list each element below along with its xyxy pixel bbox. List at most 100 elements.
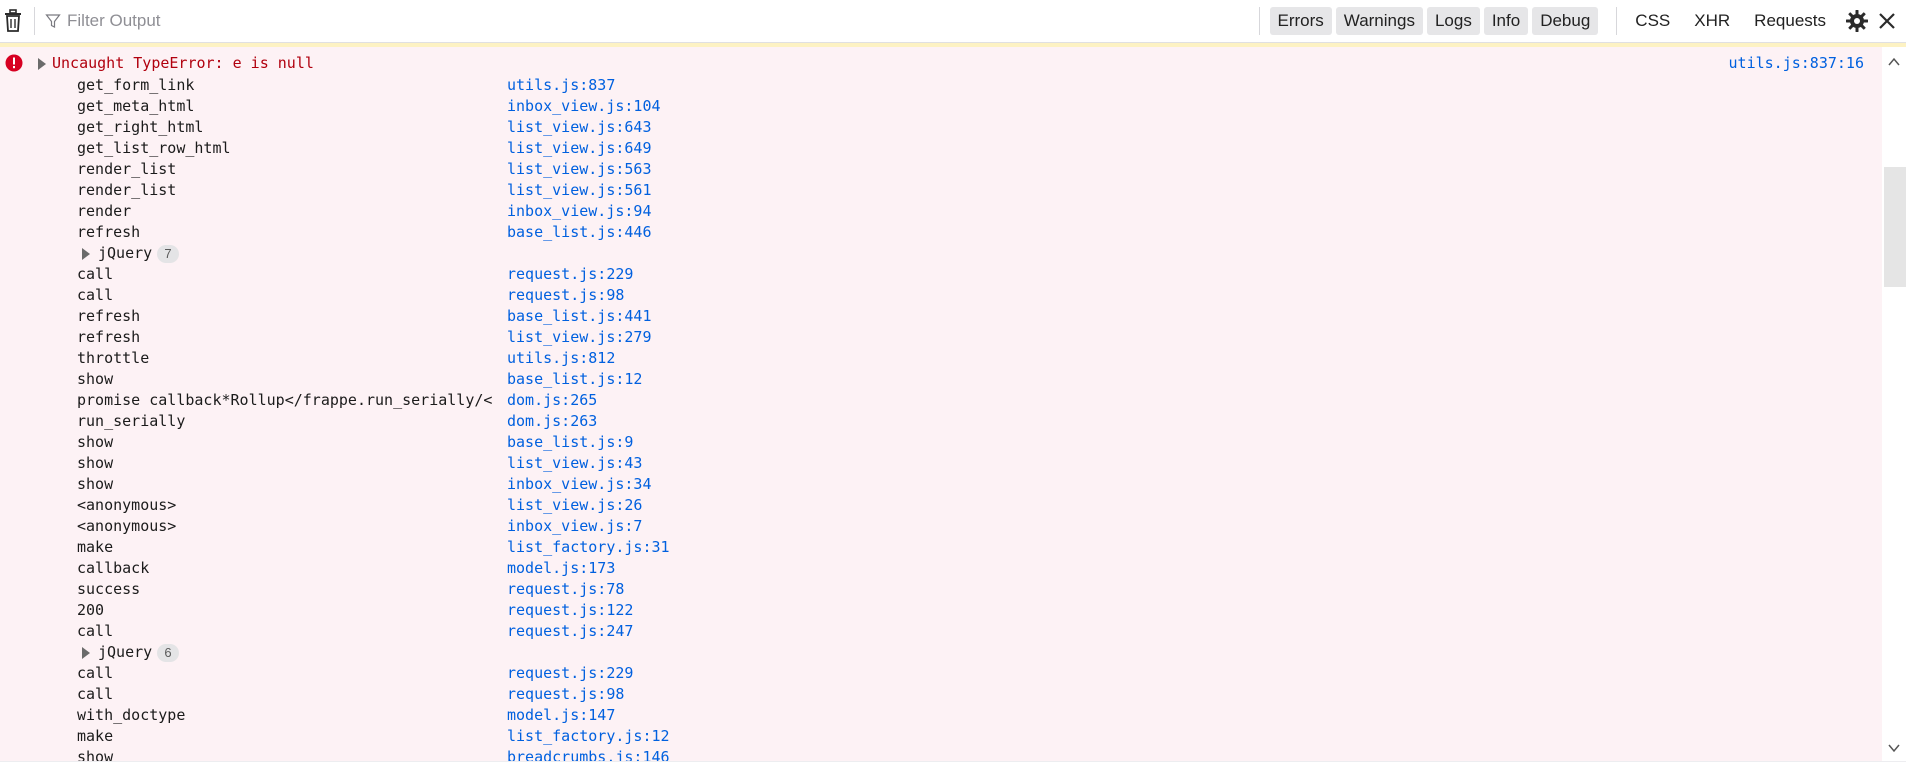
- frame-source-link[interactable]: request.js:78: [507, 579, 624, 600]
- stack-frame[interactable]: promise callback*Rollup</frappe.run_seri…: [0, 390, 1882, 411]
- frame-source-link[interactable]: request.js:247: [507, 621, 633, 642]
- stack-frame[interactable]: render inbox_view.js:94: [0, 201, 1882, 222]
- frame-group-name: jQuery: [98, 643, 153, 661]
- scroll-up-icon[interactable]: [1888, 57, 1900, 67]
- frame-source-link[interactable]: base_list.js:12: [507, 369, 642, 390]
- frame-source-link[interactable]: utils.js:812: [507, 348, 615, 369]
- error-message-row[interactable]: Uncaught TypeError: e is null utils.js:8…: [0, 53, 1882, 74]
- stack-frame[interactable]: call request.js:247: [0, 621, 1882, 642]
- clear-console-button[interactable]: [0, 6, 26, 36]
- filter-requests-button[interactable]: Requests: [1754, 11, 1826, 31]
- expand-arrow-icon[interactable]: [82, 647, 90, 659]
- stack-frame[interactable]: callback model.js:173: [0, 558, 1882, 579]
- filter-debug-button[interactable]: Debug: [1532, 7, 1599, 35]
- frame-function-name: throttle: [77, 349, 150, 367]
- frame-source-link[interactable]: inbox_view.js:94: [507, 201, 652, 222]
- filter-xhr-button[interactable]: XHR: [1694, 11, 1730, 31]
- frame-source-link[interactable]: base_list.js:446: [507, 222, 652, 243]
- stack-frame[interactable]: with_doctype model.js:147: [0, 705, 1882, 726]
- stack-frame[interactable]: make list_factory.js:31: [0, 537, 1882, 558]
- frame-function-name: get_meta_html: [77, 97, 195, 115]
- stack-frame-group[interactable]: jQuery 7: [0, 243, 1882, 264]
- stack-frame[interactable]: <anonymous> inbox_view.js:7: [0, 516, 1882, 537]
- frame-source-link[interactable]: inbox_view.js:104: [507, 96, 661, 117]
- frame-source-link[interactable]: list_view.js:561: [507, 180, 652, 201]
- frame-source-link[interactable]: model.js:147: [507, 705, 615, 726]
- frame-source-link[interactable]: dom.js:265: [507, 390, 597, 411]
- frame-source-link[interactable]: dom.js:263: [507, 411, 597, 432]
- filter-info-button[interactable]: Info: [1483, 7, 1529, 35]
- stack-frame[interactable]: get_right_html list_view.js:643: [0, 117, 1882, 138]
- frame-source-link[interactable]: list_view.js:279: [507, 327, 652, 348]
- frame-source-link[interactable]: request.js:229: [507, 663, 633, 684]
- frame-function-name: get_right_html: [77, 118, 204, 136]
- filter-css-button[interactable]: CSS: [1635, 11, 1670, 31]
- stack-frame[interactable]: refresh list_view.js:279: [0, 327, 1882, 348]
- console-settings-button[interactable]: [1842, 6, 1872, 36]
- stack-frame[interactable]: refresh base_list.js:446: [0, 222, 1882, 243]
- stack-frame[interactable]: show base_list.js:12: [0, 369, 1882, 390]
- expand-arrow-icon[interactable]: [38, 58, 46, 70]
- filter-logs-button[interactable]: Logs: [1426, 7, 1480, 35]
- stack-frame[interactable]: throttle utils.js:812: [0, 348, 1882, 369]
- frame-source-link[interactable]: inbox_view.js:34: [507, 474, 652, 495]
- close-devtools-button[interactable]: [1872, 6, 1902, 36]
- frame-function-name: show: [77, 475, 114, 493]
- stack-frame[interactable]: render_list list_view.js:561: [0, 180, 1882, 201]
- frame-source-link[interactable]: inbox_view.js:7: [507, 516, 642, 537]
- scroll-down-icon[interactable]: [1888, 743, 1900, 753]
- error-icon: [5, 54, 23, 72]
- frame-source-link[interactable]: list_view.js:43: [507, 453, 642, 474]
- frame-source-link[interactable]: request.js:122: [507, 600, 633, 621]
- output-scrollbar[interactable]: [1882, 47, 1906, 761]
- stack-frame[interactable]: show list_view.js:43: [0, 453, 1882, 474]
- frame-function-name: success: [77, 580, 141, 598]
- frame-source-link[interactable]: list_view.js:649: [507, 138, 652, 159]
- toolbar-separator: [1258, 7, 1260, 35]
- stack-frame[interactable]: show inbox_view.js:34: [0, 474, 1882, 495]
- stack-frame[interactable]: call request.js:229: [0, 663, 1882, 684]
- stack-frame[interactable]: run_serially dom.js:263: [0, 411, 1882, 432]
- stack-frame[interactable]: make list_factory.js:12: [0, 726, 1882, 747]
- frame-source-link[interactable]: request.js:229: [507, 264, 633, 285]
- stack-frame[interactable]: refresh base_list.js:441: [0, 306, 1882, 327]
- frame-function-name: <anonymous>: [77, 496, 177, 514]
- filter-warnings-button[interactable]: Warnings: [1335, 7, 1423, 35]
- frame-source-link[interactable]: request.js:98: [507, 285, 624, 306]
- frame-group-name: jQuery: [98, 244, 153, 262]
- stack-frame[interactable]: 200 request.js:122: [0, 600, 1882, 621]
- stack-frame[interactable]: call request.js:98: [0, 684, 1882, 705]
- frame-source-link[interactable]: base_list.js:9: [507, 432, 633, 453]
- frame-source-link[interactable]: list_view.js:563: [507, 159, 652, 180]
- close-icon: [1879, 13, 1895, 29]
- stack-frame[interactable]: call request.js:229: [0, 264, 1882, 285]
- frame-source-link[interactable]: list_view.js:643: [507, 117, 652, 138]
- filter-errors-button[interactable]: Errors: [1269, 7, 1332, 35]
- expand-arrow-icon[interactable]: [82, 248, 90, 260]
- filter-output-input[interactable]: [65, 10, 669, 32]
- frame-function-name: refresh: [77, 223, 141, 241]
- stack-frame[interactable]: call request.js:98: [0, 285, 1882, 306]
- stack-frame[interactable]: show breadcrumbs.js:146: [0, 747, 1882, 761]
- frame-source-link[interactable]: breadcrumbs.js:146: [507, 747, 670, 761]
- scrollbar-thumb[interactable]: [1884, 167, 1906, 287]
- stack-frame[interactable]: success request.js:78: [0, 579, 1882, 600]
- frame-source-link[interactable]: base_list.js:441: [507, 306, 652, 327]
- frame-source-link[interactable]: list_view.js:26: [507, 495, 642, 516]
- stack-frame-group[interactable]: jQuery 6: [0, 642, 1882, 663]
- frame-function-name: get_list_row_html: [77, 139, 231, 157]
- stack-frame[interactable]: get_form_link utils.js:837: [0, 75, 1882, 96]
- stack-frame[interactable]: render_list list_view.js:563: [0, 159, 1882, 180]
- stack-frame[interactable]: get_list_row_html list_view.js:649: [0, 138, 1882, 159]
- frame-source-link[interactable]: utils.js:837: [507, 75, 615, 96]
- frame-source-link[interactable]: request.js:98: [507, 684, 624, 705]
- error-source-link[interactable]: utils.js:837:16: [1729, 54, 1864, 72]
- frame-source-link[interactable]: list_factory.js:12: [507, 726, 670, 747]
- frame-function-name: callback: [77, 559, 150, 577]
- stack-frame[interactable]: show base_list.js:9: [0, 432, 1882, 453]
- frame-source-link[interactable]: model.js:173: [507, 558, 615, 579]
- stack-frame[interactable]: get_meta_html inbox_view.js:104: [0, 96, 1882, 117]
- frame-function-name: render_list: [77, 160, 177, 178]
- frame-source-link[interactable]: list_factory.js:31: [507, 537, 670, 558]
- stack-frame[interactable]: <anonymous> list_view.js:26: [0, 495, 1882, 516]
